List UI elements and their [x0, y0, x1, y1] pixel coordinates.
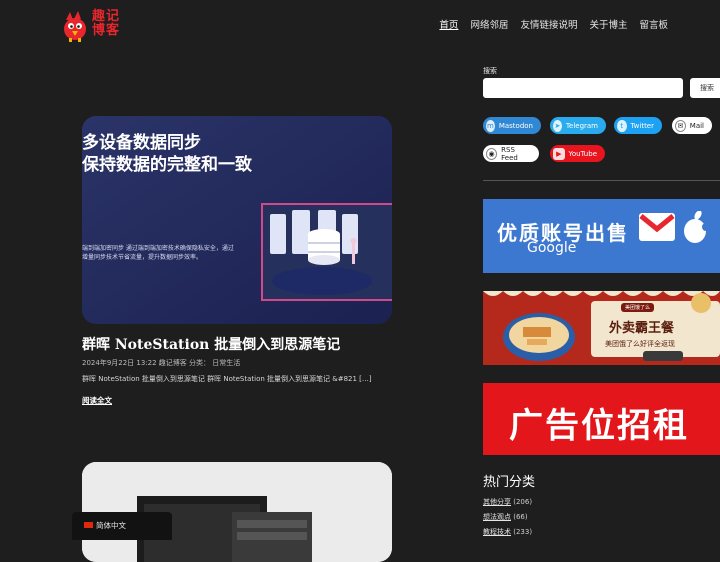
social-link-twitter[interactable]: t Twitter [614, 117, 662, 134]
twitter-icon: t [617, 119, 627, 132]
post-title[interactable]: 群晖 NoteStation 批量倒入到思源笔记 [82, 334, 340, 354]
image-heading-2: 保持数据的完整和一致 [82, 155, 252, 175]
ad1-subtitle: Google [527, 240, 577, 256]
ad3-title: 广告位招租 [509, 406, 689, 446]
image-caption: 端到端加密同步 通过端到端加密技术确保隐私安全，通过 增量同步技术节省流量，提升… [82, 244, 252, 262]
post-meta: 2024年9月22日 13:22 趣记博客 分类： 日常生活 [82, 359, 241, 367]
category-link[interactable]: 其他分享 [483, 498, 511, 506]
site-header: 趣记 博客 首页 网络邻居 友情链接说明 关于博主 留言板 [0, 0, 720, 50]
ad-banner-accounts[interactable]: 优质账号出售 Google [483, 199, 720, 273]
language-label: 简体中文 [96, 521, 126, 530]
nav-item-guestbook[interactable]: 留言板 [639, 17, 668, 31]
social-label-mail: Mail [689, 121, 704, 130]
categories-title: 热门分类 [483, 475, 536, 490]
category-count: (66) [513, 513, 528, 521]
image-caption-line-1: 端到端加密同步 通过端到端加密技术确保隐私安全，通过 [82, 245, 234, 252]
main-nav: 首页 网络邻居 友情链接说明 关于博主 留言板 [439, 17, 668, 31]
social-label-twitter: Twitter [630, 121, 654, 130]
telegram-icon: ➤ [553, 119, 562, 132]
nav-item-about[interactable]: 关于博主 [589, 17, 627, 31]
language-switcher[interactable]: 简体中文 [72, 512, 172, 540]
bird-mascot-icon [64, 11, 86, 42]
social-link-telegram[interactable]: ➤ Telegram [550, 117, 606, 134]
sidebar-divider [483, 180, 720, 181]
ad-banner-for-rent[interactable]: 广告位招租 [483, 383, 720, 455]
china-flag-icon [84, 522, 93, 528]
read-more-link[interactable]: 阅读全文 [82, 395, 112, 406]
nav-item-home[interactable]: 首页 [439, 17, 458, 31]
gmail-icon [639, 213, 675, 241]
category-count: (233) [513, 528, 533, 536]
social-label-telegram: Telegram [565, 121, 598, 130]
post-excerpt: 群晖 NoteStation 批量倒入到思源笔记 群晖 NoteStation … [82, 375, 372, 383]
social-link-rss[interactable]: ◉ RSS Feed [483, 145, 539, 162]
social-label-rss: RSS Feed [501, 145, 518, 162]
category-count: (206) [513, 498, 533, 506]
social-link-mail[interactable]: ✉ Mail [672, 117, 712, 134]
search-label: 搜索 [483, 67, 497, 75]
social-link-youtube[interactable]: ▶ YouTube [550, 145, 605, 162]
ad2-art [483, 291, 720, 365]
logo-line-1: 趣记 [92, 9, 121, 24]
category-item: 教程技术 (233) [483, 527, 532, 537]
category-link[interactable]: 想法观点 [483, 513, 511, 521]
apple-logo-icon [684, 211, 709, 243]
site-logo[interactable]: 趣记 博客 [60, 10, 124, 44]
ad2-tag: 美团饿了么 [621, 303, 655, 312]
category-item: 想法观点 (66) [483, 512, 528, 522]
youtube-icon: ▶ [553, 147, 565, 160]
logo-text: 趣记 博客 [92, 10, 120, 38]
category-link[interactable]: 教程技术 [483, 528, 511, 536]
ad2-subtitle: 美团饿了么好评全返现 [605, 340, 675, 348]
search-input[interactable] [483, 78, 683, 98]
ad-banner-takeout[interactable]: 美团饿了么 外卖霸王餐 美团饿了么好评全返现 [483, 291, 720, 365]
mastodon-icon: m [486, 119, 495, 132]
category-item: 其他分享 (206) [483, 497, 532, 507]
search-button[interactable]: 搜索 [690, 78, 720, 98]
mail-icon: ✉ [675, 119, 686, 132]
social-link-mastodon[interactable]: m Mastodon [483, 117, 541, 134]
post-featured-image[interactable]: 多设备数据同步 保持数据的完整和一致 端到端加密同步 通过端到端加密技术确保隐私… [82, 116, 392, 324]
social-label-mastodon: Mastodon [498, 121, 533, 130]
nav-item-neighbors[interactable]: 网络邻居 [470, 17, 508, 31]
ad2-title: 外卖霸王餐 [609, 321, 675, 336]
rss-icon: ◉ [486, 147, 498, 160]
nav-item-friend-links[interactable]: 友情链接说明 [520, 17, 577, 31]
logo-line-2: 博客 [92, 23, 121, 38]
social-label-youtube: YouTube [568, 149, 597, 158]
image-caption-line-2: 增量同步技术节省流量，提升数据同步效率。 [82, 254, 203, 261]
